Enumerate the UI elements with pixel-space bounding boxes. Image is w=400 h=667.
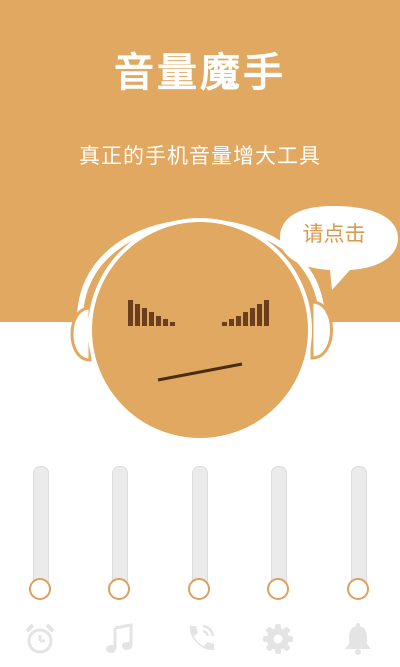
tab-ringtone[interactable] (338, 619, 378, 659)
slider-track (33, 466, 49, 588)
tab-alarm[interactable] (20, 619, 60, 659)
slider-knob[interactable] (267, 578, 289, 600)
slider-knob[interactable] (29, 578, 51, 600)
phone-icon (189, 624, 215, 651)
system-volume-slider[interactable] (265, 460, 291, 605)
alarm-clock-icon (25, 623, 55, 654)
slider-knob[interactable] (188, 578, 210, 600)
call-volume-slider[interactable] (186, 460, 212, 605)
alarm-volume-slider[interactable] (27, 460, 53, 605)
volume-sliders (0, 460, 400, 610)
tap-hint-label[interactable]: 请点击 (290, 218, 378, 248)
music-note-icon (106, 623, 133, 653)
slider-track (271, 466, 287, 588)
slider-knob[interactable] (108, 578, 130, 600)
tab-call[interactable] (180, 619, 220, 659)
right-earcup-icon (310, 300, 333, 360)
slider-track (351, 466, 367, 588)
volume-app: 音量魔手 真正的手机音量增大工具 请点击 (0, 0, 400, 667)
face-circle[interactable] (88, 218, 312, 442)
slider-knob[interactable] (347, 578, 369, 600)
left-earcup-icon (70, 306, 92, 362)
bell-icon (345, 623, 371, 655)
tab-bar (0, 617, 400, 667)
gear-icon (263, 624, 293, 654)
slider-track (112, 466, 128, 588)
music-volume-slider[interactable] (106, 460, 132, 605)
slider-track (192, 466, 208, 588)
tab-system[interactable] (258, 619, 298, 659)
tab-music[interactable] (100, 619, 140, 659)
ringtone-volume-slider[interactable] (345, 460, 371, 605)
